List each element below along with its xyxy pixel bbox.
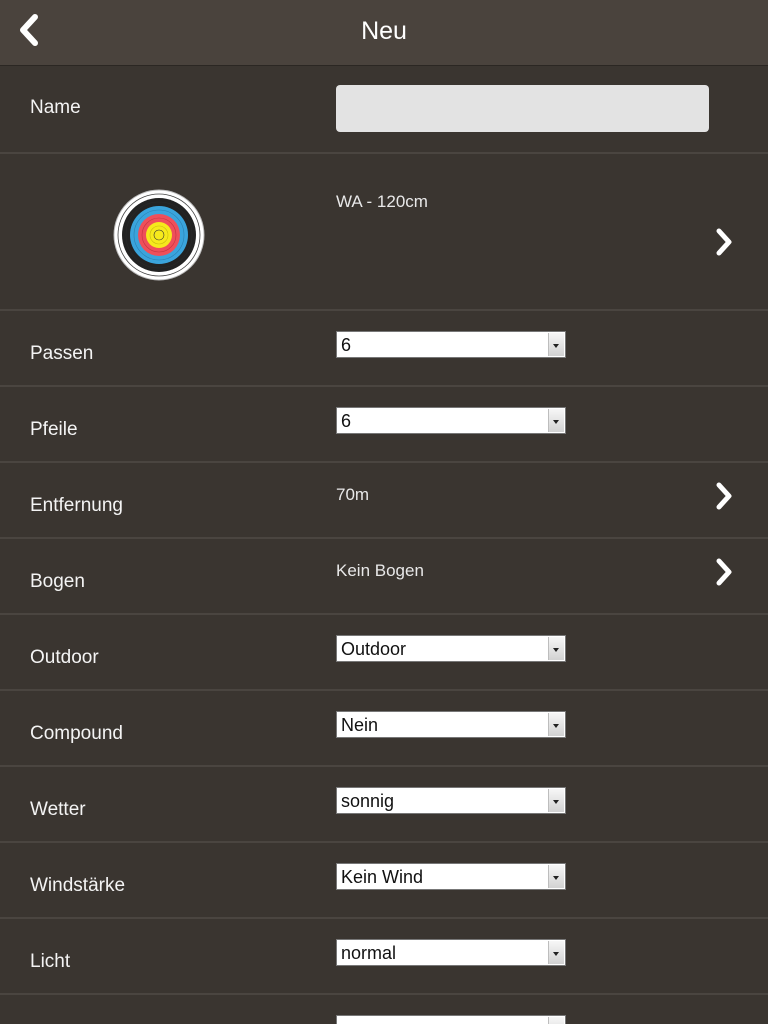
windstaerke-label: Windstärke [30, 875, 126, 896]
dropdown-arrow-icon [548, 941, 564, 964]
page-title: Neu [361, 17, 407, 45]
entfernung-row[interactable]: Entfernung 70m [0, 463, 768, 539]
windstaerke-select-value: Kein Wind [341, 867, 424, 887]
dropdown-arrow-icon [548, 409, 564, 432]
windstaerke-select[interactable]: Kein Wind [336, 863, 566, 890]
pfeile-label: Pfeile [30, 419, 78, 440]
name-row: Name [0, 65, 768, 154]
wetter-select[interactable]: sonnig [336, 787, 566, 814]
next-row-select[interactable] [336, 1015, 566, 1024]
compound-select-value: Nein [341, 715, 379, 735]
licht-select[interactable]: normal [336, 939, 566, 966]
entfernung-value: 70m [336, 485, 370, 504]
pfeile-select-value: 6 [341, 411, 352, 431]
chevron-right-icon[interactable] [712, 557, 736, 587]
entfernung-label: Entfernung [30, 495, 123, 516]
bogen-row[interactable]: Bogen Kein Bogen [0, 539, 768, 615]
name-label: Name [30, 97, 81, 118]
licht-row: Licht normal [0, 919, 768, 995]
passen-select[interactable]: 6 [336, 331, 566, 358]
dropdown-arrow-icon [548, 1017, 564, 1024]
wetter-label: Wetter [30, 799, 86, 820]
chevron-right-icon[interactable] [712, 227, 736, 257]
dropdown-arrow-icon [548, 713, 564, 736]
target-face-value: WA - 120cm [336, 192, 428, 211]
compound-label: Compound [30, 723, 123, 744]
name-input[interactable] [336, 85, 709, 132]
dropdown-arrow-icon [548, 637, 564, 660]
outdoor-label: Outdoor [30, 647, 99, 668]
dropdown-arrow-icon [548, 865, 564, 888]
compound-row: Compound Nein [0, 691, 768, 767]
app-screen: Neu Name WA - 120cm Passen 6 Pfeile 6 En… [0, 0, 768, 1024]
passen-row: Passen 6 [0, 311, 768, 387]
outdoor-select-value: Outdoor [341, 639, 407, 659]
wetter-select-value: sonnig [341, 791, 395, 811]
chevron-right-icon[interactable] [712, 481, 736, 511]
windstaerke-row: Windstärke Kein Wind [0, 843, 768, 919]
licht-select-value: normal [341, 943, 397, 963]
passen-select-value: 6 [341, 335, 352, 355]
outdoor-row: Outdoor Outdoor [0, 615, 768, 691]
navigation-bar: Neu [0, 0, 768, 65]
outdoor-select[interactable]: Outdoor [336, 635, 566, 662]
archery-target-icon [113, 189, 205, 281]
wetter-row: Wetter sonnig [0, 767, 768, 843]
pfeile-select[interactable]: 6 [336, 407, 566, 434]
compound-select[interactable]: Nein [336, 711, 566, 738]
pfeile-row: Pfeile 6 [0, 387, 768, 463]
licht-label: Licht [30, 951, 71, 972]
dropdown-arrow-icon [548, 789, 564, 812]
target-row[interactable]: WA - 120cm [0, 154, 768, 311]
bogen-label: Bogen [30, 571, 85, 592]
next-row-partial [0, 995, 768, 1024]
passen-label: Passen [30, 343, 94, 364]
dropdown-arrow-icon [548, 333, 564, 356]
bogen-value: Kein Bogen [336, 561, 424, 580]
